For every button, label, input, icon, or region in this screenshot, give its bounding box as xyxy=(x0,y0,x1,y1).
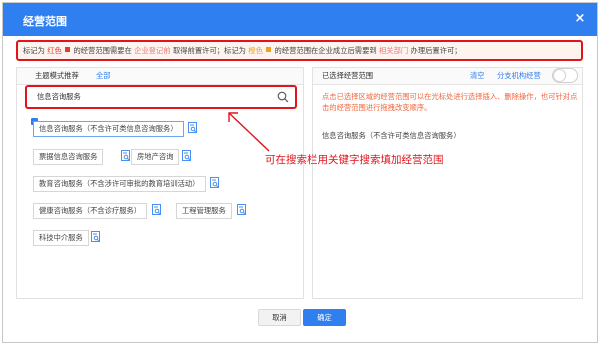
notice-text-5: 办理后置许可； xyxy=(410,46,462,55)
notice-orange-word: 橙色 xyxy=(248,46,263,55)
scope-chip[interactable]: 科技中介服务 xyxy=(33,230,89,246)
annotation-text: 可在搜索栏用关键字搜索填加经营范围 xyxy=(265,154,444,166)
branch-operation-link[interactable]: 分支机构经营 xyxy=(497,71,541,81)
notice-text-4: 的经营范围在企业成立后需要到 xyxy=(274,46,377,55)
scope-chip[interactable]: 房地产咨询 xyxy=(131,149,180,165)
branch-toggle-switch[interactable] xyxy=(552,68,578,83)
dialog: 经营范围 × 标记为 红色 的经营范围需要在 企业登记前 取得前置许可；标记为 … xyxy=(2,2,598,343)
notice-red-word: 红色 xyxy=(47,46,62,55)
arrow-annotation-icon xyxy=(228,112,270,152)
notice-text-2: 的经营范围需要在 xyxy=(73,46,132,55)
dialog-titlebar: 经营范围 × xyxy=(3,3,597,36)
cancel-button[interactable]: 取消 xyxy=(258,309,301,326)
scope-chip[interactable]: 工程管理服务 xyxy=(176,203,232,219)
scope-chip[interactable]: 教育咨询服务（不含涉许可审批的教育培训活动） xyxy=(33,176,206,192)
recommend-tabs: 主题模式推荐 全部 xyxy=(17,68,303,85)
search-icon[interactable] xyxy=(277,91,289,103)
recommend-panel: 主题模式推荐 全部 信息咨询服务 信息咨询服务（不含许可类信息咨询服务） 票据信… xyxy=(16,67,304,299)
document-search-icon[interactable] xyxy=(237,204,247,216)
selected-panel-title: 已选择经营范围 xyxy=(322,71,374,80)
document-search-icon[interactable] xyxy=(188,122,198,134)
document-search-icon[interactable] xyxy=(91,231,101,243)
document-search-icon[interactable] xyxy=(182,150,192,162)
scope-chip[interactable]: 信息咨询服务（不含许可类信息咨询服务） xyxy=(33,121,184,137)
clear-link[interactable]: 清空 xyxy=(470,71,485,81)
close-icon[interactable]: × xyxy=(572,11,588,27)
document-search-icon[interactable] xyxy=(121,150,131,162)
scope-chip[interactable]: 票据信息咨询服务 xyxy=(33,149,104,165)
search-input[interactable]: 信息咨询服务 xyxy=(25,85,297,109)
license-notice: 标记为 红色 的经营范围需要在 企业登记前 取得前置许可；标记为 橙色 的经营范… xyxy=(16,40,583,61)
document-search-icon[interactable] xyxy=(210,177,220,189)
orange-square-icon xyxy=(266,47,272,52)
tab-all[interactable]: 全部 xyxy=(96,71,111,81)
selected-scope-item[interactable]: 信息咨询服务（不含许可类信息咨询服务） xyxy=(322,131,461,141)
selected-hint: 点击已选择区域的经营范围可以在光标处进行选择插入、删除操作，也可针对点击的经营范… xyxy=(322,92,578,112)
selected-panel: 已选择经营范围 清空 分支机构经营 点击已选择区域的经营范围可以在光标处进行选择… xyxy=(312,67,583,299)
notice-text-3: 取得前置许可；标记为 xyxy=(172,46,246,55)
search-input-value[interactable]: 信息咨询服务 xyxy=(37,92,81,102)
scope-chip[interactable]: 健康咨询服务（不含诊疗服务） xyxy=(33,203,148,219)
tab-theme-recommend[interactable]: 主题模式推荐 xyxy=(35,71,79,81)
toggle-knob xyxy=(554,70,565,81)
red-square-icon xyxy=(65,47,71,52)
dialog-title: 经营范围 xyxy=(23,15,67,28)
notice-text-1: 标记为 xyxy=(23,46,45,55)
document-search-icon[interactable] xyxy=(152,204,162,216)
confirm-button[interactable]: 确定 xyxy=(303,309,346,326)
selected-panel-header: 已选择经营范围 清空 分支机构经营 xyxy=(313,68,582,85)
notice-dept: 相关部门 xyxy=(379,46,409,55)
notice-registration-org: 企业登记前 xyxy=(134,46,171,55)
